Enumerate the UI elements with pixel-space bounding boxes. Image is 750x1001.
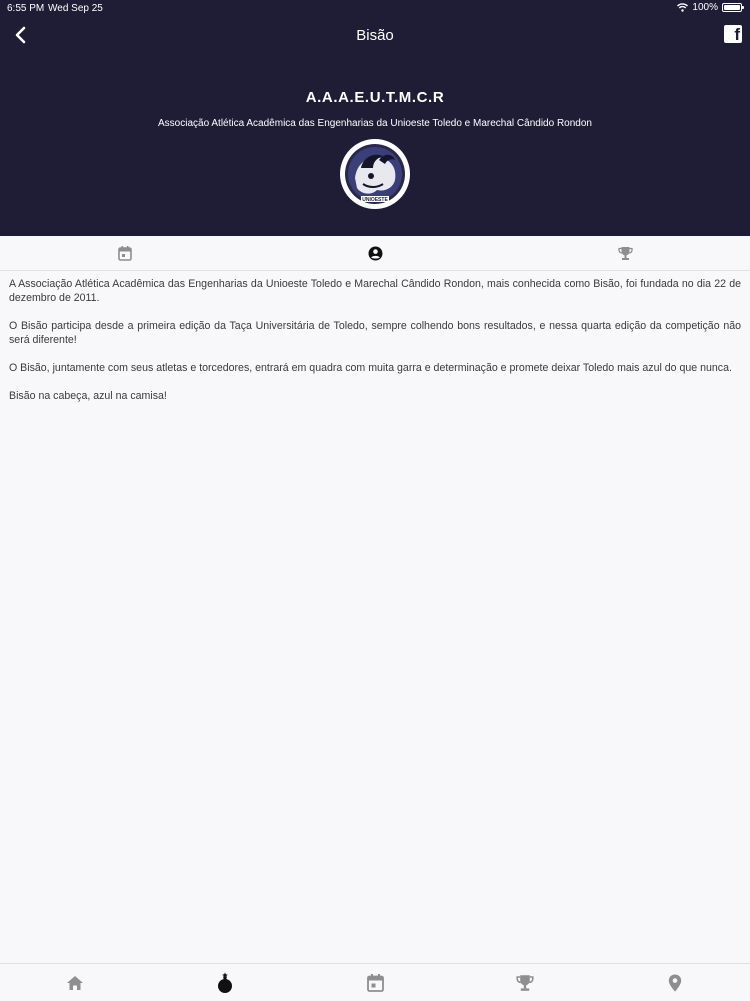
paragraph: Bisão na cabeça, azul na camisa! xyxy=(9,389,167,402)
bottom-tab-location[interactable] xyxy=(600,964,750,1001)
club-logo: UNIOESTE xyxy=(340,139,410,209)
bomb-icon xyxy=(218,972,232,993)
trophy-icon xyxy=(617,246,633,260)
header: 6:55 PM Wed Sep 25 100% Bisão f A.A.A.E.… xyxy=(0,0,750,236)
bottom-tab-calendar[interactable] xyxy=(300,964,450,1001)
battery-icon xyxy=(722,3,744,12)
bottom-tab-bomb[interactable] xyxy=(150,964,300,1001)
status-right: 100% xyxy=(677,2,744,13)
trophy-icon xyxy=(516,974,534,991)
paragraph: O Bisão participa desde a primeira ediçã… xyxy=(9,320,741,347)
calendar-icon xyxy=(366,973,384,992)
facebook-icon[interactable]: f xyxy=(724,25,742,44)
status-bar: 6:55 PM Wed Sep 25 100% xyxy=(0,0,750,16)
bottom-tab-home[interactable] xyxy=(0,964,150,1001)
location-pin-icon xyxy=(668,974,682,991)
profile-tabs xyxy=(0,236,750,271)
battery-percent: 100% xyxy=(692,2,718,13)
paragraph: O Bisão, juntamente com seus atletas e t… xyxy=(9,362,732,375)
wifi-icon xyxy=(677,3,689,12)
calendar-icon xyxy=(118,245,132,261)
club-full-name: Associação Atlética Acadêmica das Engenh… xyxy=(158,118,592,129)
about-text: A Associação Atlética Acadêmica das Enge… xyxy=(9,277,741,417)
home-icon xyxy=(67,975,83,990)
bottom-tab-bar xyxy=(0,963,750,1001)
status-date: Wed Sep 25 xyxy=(48,3,103,14)
paragraph: A Associação Atlética Acadêmica das Enge… xyxy=(9,278,741,305)
status-time: 6:55 PM xyxy=(7,3,45,14)
nav-title: Bisão xyxy=(356,27,394,44)
club-acronym: A.A.A.E.U.T.M.C.R xyxy=(305,89,445,106)
tab-calendar[interactable] xyxy=(0,236,250,270)
tab-profile[interactable] xyxy=(250,236,500,270)
svg-text:UNIOESTE: UNIOESTE xyxy=(362,197,388,203)
tab-trophy[interactable] xyxy=(500,236,750,270)
profile-icon xyxy=(368,246,382,260)
bottom-tab-trophy[interactable] xyxy=(450,964,600,1001)
